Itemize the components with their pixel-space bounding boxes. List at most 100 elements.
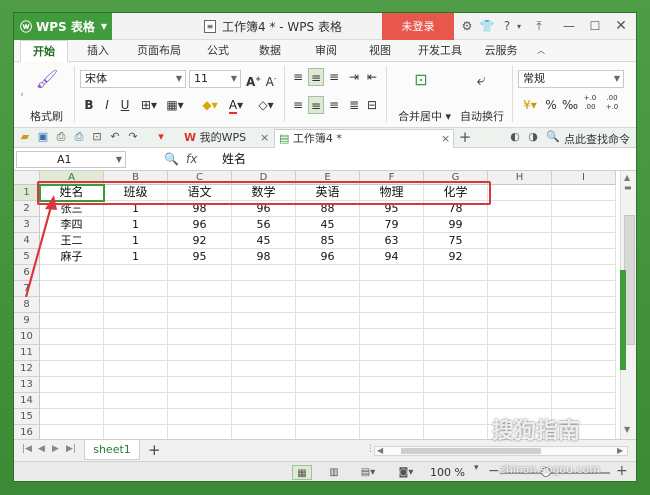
column-header-a[interactable]: A	[40, 171, 104, 185]
column-header-d[interactable]: D	[232, 171, 296, 185]
zoom-out-button[interactable]: −	[488, 463, 500, 479]
tab-view[interactable]: 视图	[360, 40, 400, 62]
cell-c5[interactable]: 95	[168, 249, 232, 265]
cell-f5[interactable]: 94	[360, 249, 424, 265]
cell-i7[interactable]	[552, 281, 616, 297]
sheet-grid[interactable]: A B C D E F G H I 1 姓名 班级 语文 数学 英语 物理 化学 2 张三 1 98 96 88 95 78 3 李…	[14, 171, 620, 439]
cell-h7[interactable]	[488, 281, 552, 297]
cell-b2[interactable]: 1	[104, 201, 168, 217]
cell-g1[interactable]: 化学	[424, 185, 488, 201]
cell-f7[interactable]	[360, 281, 424, 297]
cell-b10[interactable]	[104, 329, 168, 345]
cell-i8[interactable]	[552, 297, 616, 313]
row-header-14[interactable]: 14	[14, 393, 40, 409]
cell-e14[interactable]	[296, 393, 360, 409]
cell-f15[interactable]	[360, 409, 424, 425]
cell-i2[interactable]	[552, 201, 616, 217]
cell-h1[interactable]	[488, 185, 552, 201]
cell-h13[interactable]	[488, 377, 552, 393]
cell-e3[interactable]: 45	[296, 217, 360, 233]
bold-button[interactable]: B	[82, 96, 96, 114]
cell-d9[interactable]	[232, 313, 296, 329]
cell-f1[interactable]: 物理	[360, 185, 424, 201]
distributed-icon[interactable]: ⊟	[364, 96, 380, 114]
cell-b15[interactable]	[104, 409, 168, 425]
fx-button[interactable]: fx	[186, 152, 197, 166]
cell-a13[interactable]	[40, 377, 104, 393]
column-header-e[interactable]: E	[296, 171, 360, 185]
cell-b1[interactable]: 班级	[104, 185, 168, 201]
cell-d3[interactable]: 56	[232, 217, 296, 233]
cell-h4[interactable]	[488, 233, 552, 249]
cell-d15[interactable]	[232, 409, 296, 425]
minimize-button[interactable]: —	[558, 13, 580, 40]
cell-b5[interactable]: 1	[104, 249, 168, 265]
row-header-12[interactable]: 12	[14, 361, 40, 377]
chevron-down-icon[interactable]: ▾	[474, 463, 479, 473]
cell-f6[interactable]	[360, 265, 424, 281]
select-all-corner[interactable]	[14, 171, 40, 185]
cell-d2[interactable]: 96	[232, 201, 296, 217]
zoom-level[interactable]: 100 %	[430, 466, 465, 479]
align-bottom-icon[interactable]: ≡	[326, 68, 342, 86]
cell-g4[interactable]: 75	[424, 233, 488, 249]
cell-b13[interactable]	[104, 377, 168, 393]
maximize-button[interactable]: ☐	[584, 13, 606, 40]
cell-g16[interactable]	[424, 425, 488, 439]
tab-home[interactable]: 开始	[20, 40, 68, 62]
horizontal-scrollbar[interactable]: ◀ ▶	[374, 446, 628, 456]
cell-g13[interactable]	[424, 377, 488, 393]
cell-f14[interactable]	[360, 393, 424, 409]
font-grow-button[interactable]: A+	[246, 70, 261, 89]
cell-g3[interactable]: 99	[424, 217, 488, 233]
column-header-b[interactable]: B	[104, 171, 168, 185]
cell-b16[interactable]	[104, 425, 168, 439]
cell-h12[interactable]	[488, 361, 552, 377]
cell-a14[interactable]	[40, 393, 104, 409]
cell-f13[interactable]	[360, 377, 424, 393]
normal-view-icon[interactable]: ▦	[292, 465, 312, 480]
close-button[interactable]: ✕	[610, 13, 632, 40]
cell-g14[interactable]	[424, 393, 488, 409]
cell-i4[interactable]	[552, 233, 616, 249]
fill-color-icon[interactable]: ◆▾	[198, 96, 222, 114]
cell-d10[interactable]	[232, 329, 296, 345]
autowrap-icon[interactable]: ⤶	[470, 68, 492, 92]
cell-g12[interactable]	[424, 361, 488, 377]
add-sheet-button[interactable]: +	[148, 441, 161, 459]
print-icon[interactable]: ⎙	[72, 130, 86, 144]
print-preview-icon[interactable]: ⊡	[90, 130, 104, 144]
cell-g6[interactable]	[424, 265, 488, 281]
cell-c7[interactable]	[168, 281, 232, 297]
decrease-decimal-button[interactable]: .00 +.0	[602, 94, 622, 112]
tab-formulas[interactable]: 公式	[198, 40, 238, 62]
last-sheet-icon[interactable]: ▶|	[66, 444, 76, 454]
row-header-16[interactable]: 16	[14, 425, 40, 439]
number-format-select[interactable]: 常规 ▼	[518, 70, 624, 88]
cell-d7[interactable]	[232, 281, 296, 297]
shirt-icon[interactable]: 👕	[478, 13, 496, 40]
cell-g11[interactable]	[424, 345, 488, 361]
tab-workbook4[interactable]: ▤ 工作簿4 * ×	[274, 129, 454, 148]
chevron-down-icon[interactable]: ▾	[514, 13, 524, 40]
cell-e6[interactable]	[296, 265, 360, 281]
new-tab-icon[interactable]: +	[458, 130, 472, 145]
formula-input[interactable]: 姓名	[222, 151, 636, 168]
cell-g8[interactable]	[424, 297, 488, 313]
cell-d14[interactable]	[232, 393, 296, 409]
tab-developer[interactable]: 开发工具	[412, 40, 468, 62]
page-layout-view-icon[interactable]: ▤▾	[356, 465, 380, 480]
side-panel-toggle[interactable]	[620, 270, 626, 370]
cell-e13[interactable]	[296, 377, 360, 393]
chevron-up-icon[interactable]: ︿	[534, 40, 548, 62]
cell-e10[interactable]	[296, 329, 360, 345]
scroll-right-icon[interactable]: ▶	[617, 446, 623, 455]
thousands-button[interactable]: ‰	[562, 96, 578, 114]
row-header-15[interactable]: 15	[14, 409, 40, 425]
cell-h9[interactable]	[488, 313, 552, 329]
cell-style-icon[interactable]: ▦▾	[164, 96, 186, 114]
cell-b12[interactable]	[104, 361, 168, 377]
cell-a9[interactable]	[40, 313, 104, 329]
cell-c1[interactable]: 语文	[168, 185, 232, 201]
cell-i13[interactable]	[552, 377, 616, 393]
